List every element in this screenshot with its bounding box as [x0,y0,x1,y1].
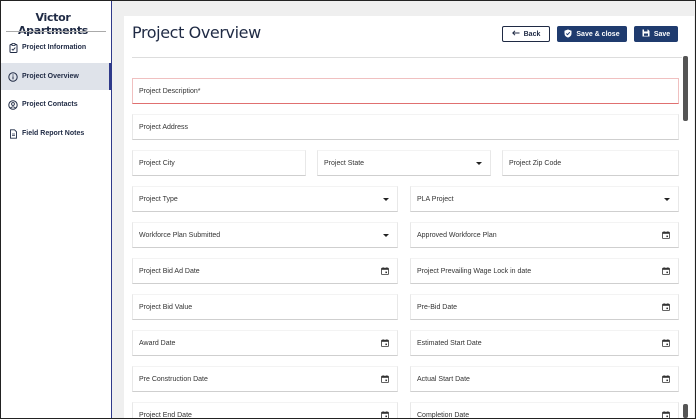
pla-project-select[interactable]: PLA Project [410,186,679,212]
scrollbar-thumb-bottom[interactable] [683,404,688,418]
project-description-field[interactable]: Project Description* [132,78,679,104]
field-label: Project Description* [139,87,201,95]
prevailing-wage-lock-date[interactable]: Project Prevailing Wage Lock in date [410,258,679,284]
chevron-down-icon [664,187,670,211]
scrollbar-thumb[interactable] [683,56,688,121]
actual-start-date[interactable]: Actual Start Date [410,366,679,392]
calendar-icon[interactable] [662,295,670,319]
project-bid-ad-date[interactable]: Project Bid Ad Date [132,258,398,284]
field-label: Project Bid Ad Date [139,267,200,275]
sidebar-item-label: Field Report Notes [22,130,85,137]
calendar-icon[interactable] [381,403,389,418]
sidebar-item-project-overview[interactable]: Project Overview [1,63,112,90]
sidebar-item-label: Project Overview [22,73,79,80]
field-label: Project Bid Value [139,303,193,311]
calendar-icon[interactable] [662,223,670,247]
sidebar-item-field-report-notes[interactable]: Field Report Notes [1,120,112,147]
completion-date[interactable]: Completion Date [410,402,679,419]
save-close-button[interactable]: Save & close [557,26,627,42]
field-label: Project Address [139,123,189,131]
info-circle-icon [8,71,18,82]
header-divider [132,57,682,58]
sidebar-item-project-contacts[interactable]: Project Contacts [1,91,112,118]
app-window: Victor Apartments Project Information Pr… [0,0,696,419]
sidebar-item-label: Project Information [22,44,87,51]
pre-bid-date[interactable]: Pre-Bid Date [410,294,679,320]
floppy-disk-icon [642,29,650,39]
project-bid-value-field[interactable]: Project Bid Value [132,294,398,320]
sidebar-divider [6,31,106,32]
project-address-field[interactable]: Project Address [132,114,679,140]
person-circle-icon [8,99,18,110]
calendar-icon[interactable] [662,259,670,283]
field-label: Estimated Start Date [417,339,482,347]
field-label: Completion Date [417,411,470,419]
field-label: Actual Start Date [417,375,470,383]
award-date[interactable]: Award Date [132,330,398,356]
arrow-left-icon [511,30,520,38]
chevron-down-icon [383,223,389,247]
back-label: Back [523,30,541,38]
back-button[interactable]: Back [502,26,550,42]
field-label: Project Prevailing Wage Lock in date [417,267,532,275]
field-label: PLA Project [417,195,454,203]
calendar-icon[interactable] [381,259,389,283]
project-state-select[interactable]: Project State [317,150,491,176]
field-label: Project City [139,159,175,167]
sidebar-item-label: Project Contacts [22,101,78,108]
save-close-label: Save & close [576,30,620,38]
sidebar-item-project-information[interactable]: Project Information [1,34,112,61]
pre-construction-date[interactable]: Pre Construction Date [132,366,398,392]
field-label: Workforce Plan Submitted [139,231,221,239]
document-icon [8,128,18,139]
calendar-icon[interactable] [662,331,670,355]
field-label: Project State [324,159,365,167]
field-label: Project Zip Code [509,159,562,167]
clipboard-icon [8,42,18,53]
field-label: Project End Date [139,411,192,419]
save-label: Save [653,30,671,38]
save-button[interactable]: Save [634,26,678,42]
chevron-down-icon [383,187,389,211]
estimated-start-date[interactable]: Estimated Start Date [410,330,679,356]
approved-workforce-plan-date[interactable]: Approved Workforce Plan [410,222,679,248]
calendar-icon[interactable] [662,403,670,418]
field-label: Project Type [139,195,178,203]
project-end-date[interactable]: Project End Date [132,402,398,419]
workforce-plan-submitted-select[interactable]: Workforce Plan Submitted [132,222,398,248]
sidebar: Victor Apartments Project Information Pr… [1,1,112,418]
page-title: Project Overview [132,23,261,42]
project-city-field[interactable]: Project City [132,150,306,176]
calendar-icon[interactable] [381,331,389,355]
field-label: Pre Construction Date [139,375,208,383]
calendar-icon[interactable] [662,367,670,391]
calendar-icon[interactable] [381,367,389,391]
field-label: Award Date [139,339,176,347]
project-zip-field[interactable]: Project Zip Code [502,150,679,176]
project-type-select[interactable]: Project Type [132,186,398,212]
shield-check-icon [564,29,572,40]
chevron-down-icon [476,151,482,175]
field-label: Pre-Bid Date [417,303,458,311]
main-panel: Project Overview Back Save & close Save … [124,16,694,419]
field-label: Approved Workforce Plan [417,231,497,239]
